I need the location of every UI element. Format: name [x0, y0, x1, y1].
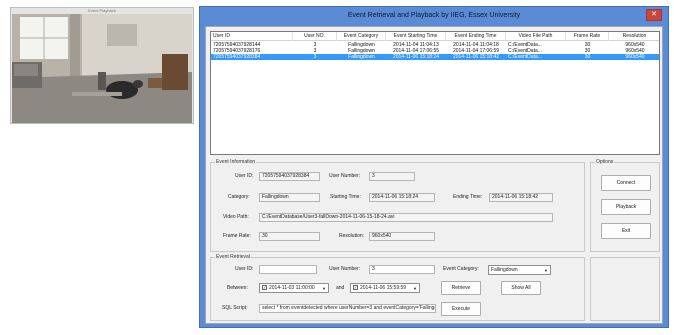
info-ending-time-label: Ending Time:	[453, 194, 483, 200]
retrieval-user-number-label: User Number:	[329, 266, 361, 272]
sql-script-input[interactable]: select * from eventdetected where userNu…	[259, 304, 436, 313]
dialog-title-bar[interactable]: Event Retrieval and Playback by IIEG, Es…	[200, 7, 668, 26]
cell-starting-time: 2014-11-06 15:18:24	[392, 54, 440, 60]
event-category-dropdown[interactable]: Fallingdown ▼	[488, 265, 551, 275]
video-frame-image	[12, 14, 192, 123]
retrieve-button[interactable]: Retrieve	[441, 281, 481, 295]
chevron-down-icon: ▼	[413, 286, 417, 291]
column-header-resolution[interactable]: Resolution	[609, 32, 659, 41]
end-date-checkbox[interactable]: ✓	[353, 285, 358, 291]
info-user-id-label: User ID:	[235, 173, 254, 179]
info-ending-time-field[interactable]: 2014-11-06 15:18:42	[489, 193, 553, 202]
sql-script-label: SQL Script:	[222, 305, 248, 311]
and-label: and	[336, 285, 345, 291]
event-retrieval-title: Event Retrieval	[215, 254, 251, 261]
show-all-button[interactable]: Show All	[501, 281, 541, 295]
event-list-header: User ID User NO. Event Category Event St…	[211, 32, 659, 41]
execute-button[interactable]: Execute	[441, 302, 481, 316]
info-starting-time-field[interactable]: 2014-11-06 15:18:24	[369, 193, 435, 202]
cell-resolution: 960x540	[625, 54, 645, 60]
event-retrieval-group: Event Retrieval User ID: User Number: 3 …	[210, 254, 585, 321]
info-user-number-label: User Number:	[329, 173, 361, 179]
chevron-down-icon: ▼	[322, 286, 326, 291]
empty-group	[590, 257, 660, 321]
column-header-event-category[interactable]: Event Category	[337, 32, 386, 41]
info-video-path-label: Video Path:	[223, 214, 249, 220]
dialog-client-area: User ID User NO. Event Category Event St…	[205, 26, 663, 324]
column-header-starting-time[interactable]: Event Starting Time	[386, 32, 446, 41]
column-header-video-path[interactable]: Video File Path	[506, 32, 566, 41]
retrieval-user-id-input[interactable]	[259, 265, 317, 274]
close-icon: ✕	[651, 11, 657, 18]
cell-video-path: C:/EventData...	[508, 54, 542, 60]
info-category-field[interactable]: Fallingdown	[259, 193, 320, 202]
info-resolution-label: Resolution:	[339, 233, 365, 239]
exit-button[interactable]: Exit	[601, 223, 651, 239]
between-label: Between:	[227, 285, 248, 291]
info-starting-time-label: Starting Time:	[330, 194, 361, 200]
preview-window: Event Playback	[10, 7, 194, 124]
info-resolution-field[interactable]: 960x540	[369, 232, 435, 241]
info-category-label: Category:	[228, 194, 250, 200]
event-retrieval-dialog: Event Retrieval and Playback by IIEG, Es…	[199, 6, 669, 328]
column-header-frame-rate[interactable]: Frame Rate	[566, 32, 609, 41]
cell-user-id: 72057594037928384	[213, 54, 261, 60]
start-date-checkbox[interactable]: ✓	[262, 285, 267, 291]
info-video-path-field[interactable]: C:/EventDatabase/User3-fallDown-2014-11-…	[259, 213, 553, 222]
event-information-title: Event Information	[215, 159, 257, 166]
options-title: Options	[595, 159, 615, 166]
end-date-value: 2014-11-06 15:59:59	[360, 285, 407, 291]
retrieval-category-label: Event Category:	[443, 266, 479, 272]
info-user-id-field[interactable]: 72057594037928384	[259, 172, 320, 181]
close-button[interactable]: ✕	[646, 9, 662, 21]
cell-frame-rate: 30	[584, 54, 591, 60]
cell-user-no: 3	[313, 54, 317, 60]
end-date-picker[interactable]: ✓ 2014-11-06 15:59:59 ▼	[350, 283, 420, 293]
start-date-value: 2014-11-03 11:00:00	[269, 285, 315, 291]
column-header-user-id[interactable]: User ID	[211, 32, 293, 41]
dialog-title: Event Retrieval and Playback by IIEG, Es…	[347, 12, 521, 19]
chevron-down-icon: ▼	[544, 268, 548, 273]
start-date-picker[interactable]: ✓ 2014-11-03 11:00:00 ▼	[259, 283, 329, 293]
options-group: Options Connect Playback Exit	[590, 159, 660, 252]
info-frame-rate-label: Frame Rate:	[223, 233, 251, 239]
table-row-selected[interactable]: 72057594037928384 3 Fallingdown 2014-11-…	[211, 54, 659, 60]
cell-event-category: Fallingdown	[348, 54, 375, 60]
info-user-number-field[interactable]: 3	[369, 172, 415, 181]
event-list[interactable]: User ID User NO. Event Category Event St…	[210, 31, 660, 155]
retrieval-user-id-label: User ID:	[235, 266, 254, 272]
event-category-value: Fallingdown	[491, 267, 518, 273]
column-header-user-no[interactable]: User NO.	[293, 32, 337, 41]
info-frame-rate-field[interactable]: 30	[259, 232, 320, 241]
retrieval-user-number-input[interactable]: 3	[369, 265, 435, 274]
event-information-group: Event Information User ID: 7205759403792…	[210, 159, 585, 252]
column-header-ending-time[interactable]: Event Ending Time	[446, 32, 506, 41]
connect-button[interactable]: Connect	[601, 175, 651, 191]
playback-button[interactable]: Playback	[601, 199, 651, 215]
cell-ending-time: 2014-11-06 15:18:42	[452, 54, 500, 60]
